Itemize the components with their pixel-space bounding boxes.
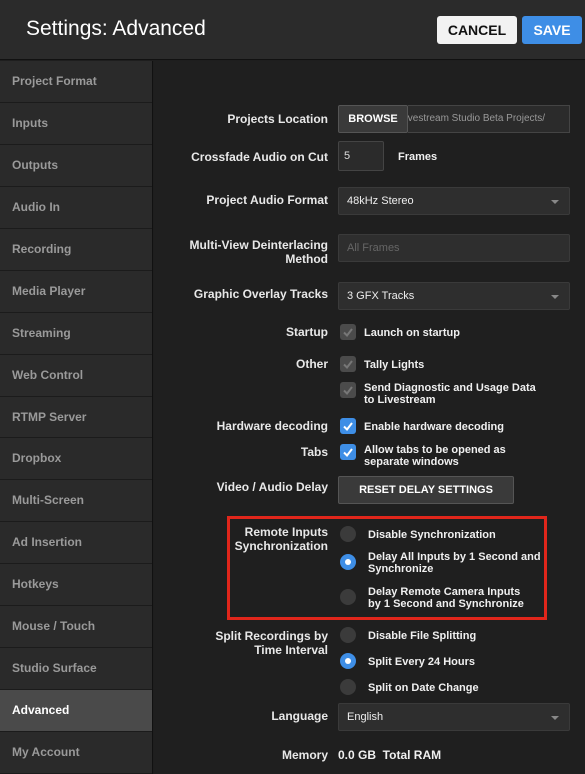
sidebar-item-studio-surface[interactable]: Studio Surface	[0, 648, 152, 691]
startup-label: Startup	[286, 325, 328, 339]
tabs-option-line1: Allow tabs to be opened as	[364, 444, 506, 456]
window-title: Settings: Advanced	[26, 17, 206, 40]
delay-all-inputs-line1: Delay All Inputs by 1 Second and	[368, 551, 541, 563]
radio-disable-splitting[interactable]	[340, 627, 356, 643]
language-select[interactable]: English	[338, 703, 570, 731]
projects-location-field[interactable]: Livestream Studio Beta Projects/	[408, 105, 570, 133]
hardware-decoding-option: Enable hardware decoding	[364, 421, 504, 433]
cancel-button[interactable]: CANCEL	[437, 16, 517, 44]
delay-remote-camera-line2: by 1 Second and Synchronize	[368, 598, 524, 610]
split-24-hours-label: Split Every 24 Hours	[368, 656, 475, 668]
sidebar-item-multi-screen[interactable]: Multi-Screen	[0, 480, 152, 523]
split-recordings-label-line1: Split Recordings by	[215, 629, 328, 643]
disable-splitting-label: Disable File Splitting	[368, 630, 477, 642]
diagnostic-data-line1: Send Diagnostic and Usage Data	[364, 382, 536, 394]
hardware-decoding-label: Hardware decoding	[216, 419, 328, 433]
settings-sidebar: Project Format Inputs Outputs Audio In R…	[0, 61, 153, 774]
radio-delay-all-inputs[interactable]	[340, 554, 356, 570]
delay-remote-camera-label: Delay Remote Camera Inputs by 1 Second a…	[368, 586, 524, 610]
crossfade-frames-input[interactable]: 5	[338, 141, 384, 171]
sidebar-item-dropbox[interactable]: Dropbox	[0, 438, 152, 481]
tabs-windows-option: Allow tabs to be opened as separate wind…	[364, 444, 506, 468]
sidebar-item-streaming[interactable]: Streaming	[0, 313, 152, 355]
audio-format-value: 48kHz Stereo	[347, 195, 414, 207]
launch-on-startup-label: Launch on startup	[364, 327, 460, 339]
crossfade-label: Crossfade Audio on Cut	[191, 150, 328, 164]
radio-split-24-hours[interactable]	[340, 653, 356, 669]
browse-button[interactable]: BROWSE	[338, 105, 408, 133]
sidebar-item-inputs[interactable]: Inputs	[0, 103, 152, 145]
sidebar-item-mouse-touch[interactable]: Mouse / Touch	[0, 606, 152, 649]
audio-format-select[interactable]: 48kHz Stereo	[338, 187, 570, 215]
delay-all-inputs-line2: Synchronize	[368, 563, 434, 575]
diagnostic-data-line2: to Livestream	[364, 394, 436, 406]
memory-value: 0.0 GB Total RAM	[338, 748, 442, 762]
sidebar-item-rtmp-server[interactable]: RTMP Server	[0, 397, 152, 439]
sidebar-item-web-control[interactable]: Web Control	[0, 355, 152, 397]
chevron-down-icon	[551, 295, 559, 299]
chevron-down-icon	[551, 716, 559, 720]
language-value: English	[347, 711, 384, 723]
sidebar-item-project-format[interactable]: Project Format	[0, 61, 152, 103]
hardware-decoding-checkbox[interactable]	[340, 418, 356, 434]
deinterlacing-label-line2: Method	[285, 252, 328, 266]
save-button[interactable]: SAVE	[522, 16, 582, 44]
radio-disable-sync[interactable]	[340, 526, 356, 542]
sidebar-item-ad-insertion[interactable]: Ad Insertion	[0, 522, 152, 565]
projects-location-label: Projects Location	[227, 112, 328, 126]
sidebar-item-audio-in[interactable]: Audio In	[0, 187, 152, 229]
remote-sync-label-line1: Remote Inputs	[244, 525, 328, 539]
overlay-tracks-label: Graphic Overlay Tracks	[193, 287, 328, 301]
overlay-tracks-value: 3 GFX Tracks	[347, 290, 415, 302]
delay-all-inputs-label: Delay All Inputs by 1 Second and Synchro…	[368, 551, 541, 575]
memory-label: Memory	[281, 748, 328, 762]
diagnostic-data-checkbox[interactable]	[340, 382, 356, 398]
deinterlacing-label: Multi-View Deinterlacing Method	[154, 238, 328, 266]
radio-split-date-change[interactable]	[340, 679, 356, 695]
overlay-tracks-select[interactable]: 3 GFX Tracks	[338, 282, 570, 310]
tabs-label: Tabs	[300, 445, 328, 459]
tabs-option-line2: separate windows	[364, 456, 459, 468]
sidebar-item-my-account[interactable]: My Account	[0, 732, 152, 774]
chevron-down-icon	[551, 200, 559, 204]
tally-lights-checkbox[interactable]	[340, 356, 356, 372]
radio-delay-remote-camera[interactable]	[340, 589, 356, 605]
delay-remote-camera-line1: Delay Remote Camera Inputs	[368, 586, 521, 598]
sidebar-item-outputs[interactable]: Outputs	[0, 145, 152, 187]
tabs-windows-checkbox[interactable]	[340, 444, 356, 460]
launch-on-startup-checkbox[interactable]	[340, 324, 356, 340]
sidebar-item-hotkeys[interactable]: Hotkeys	[0, 564, 152, 607]
av-delay-label: Video / Audio Delay	[216, 480, 328, 494]
projects-location-path: Livestream Studio Beta Projects/	[408, 113, 546, 124]
reset-delay-button[interactable]: RESET DELAY SETTINGS	[338, 476, 514, 504]
diagnostic-data-label: Send Diagnostic and Usage Data to Livest…	[364, 382, 536, 406]
split-recordings-label: Split Recordings by Time Interval	[154, 629, 328, 657]
remote-sync-label-line2: Synchronization	[234, 539, 328, 553]
deinterlacing-value: All Frames	[347, 242, 400, 254]
remote-sync-label: Remote Inputs Synchronization	[154, 525, 328, 553]
settings-panel: Projects Location BROWSE Livestream Stud…	[154, 61, 585, 774]
crossfade-unit: Frames	[398, 151, 438, 163]
deinterlacing-label-line1: Multi-View Deinterlacing	[189, 238, 328, 252]
sidebar-item-media-player[interactable]: Media Player	[0, 271, 152, 313]
title-bar: Settings: Advanced CANCEL SAVE	[0, 0, 585, 60]
split-date-change-label: Split on Date Change	[368, 682, 479, 694]
disable-sync-label: Disable Synchronization	[368, 529, 496, 541]
deinterlacing-select: All Frames	[338, 234, 570, 262]
tally-lights-label: Tally Lights	[364, 359, 425, 371]
audio-format-label: Project Audio Format	[206, 193, 328, 207]
split-recordings-label-line2: Time Interval	[254, 643, 328, 657]
sidebar-item-recording[interactable]: Recording	[0, 229, 152, 271]
other-label: Other	[295, 357, 328, 371]
language-label: Language	[271, 709, 328, 723]
sidebar-item-advanced[interactable]: Advanced	[0, 690, 152, 732]
